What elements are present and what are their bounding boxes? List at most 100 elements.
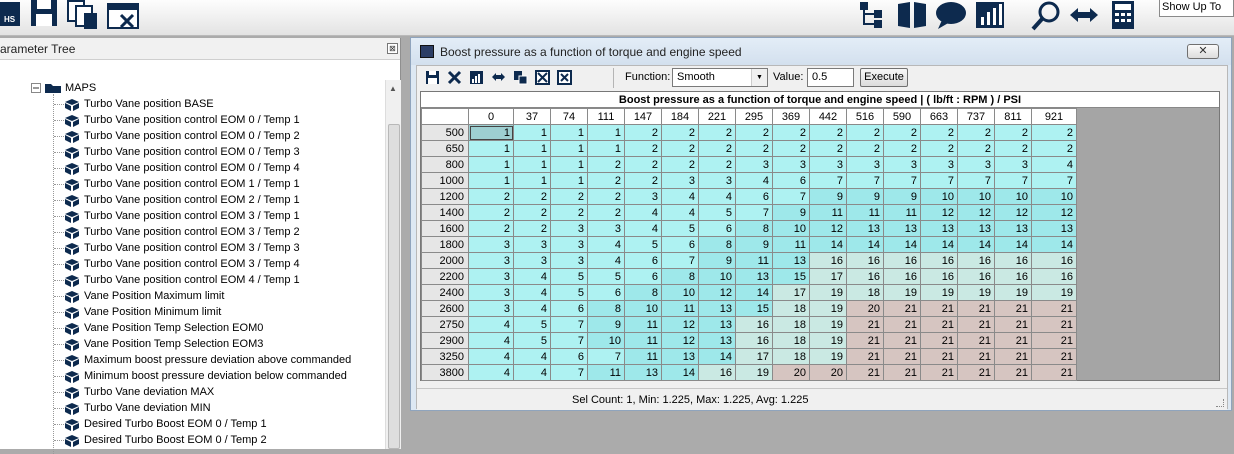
column-header[interactable]: 921 [1031, 108, 1077, 125]
grid-cell[interactable]: 16 [994, 252, 1032, 269]
grid-cell[interactable]: 2 [920, 140, 958, 157]
grid-cell[interactable]: 9 [846, 188, 884, 205]
grid-cell[interactable]: 14 [883, 236, 921, 253]
grid-cell[interactable]: 2 [468, 188, 514, 205]
grid-cell[interactable]: 11 [846, 204, 884, 221]
tree-item[interactable]: Vane Position Temp Selection EOM0 [0, 320, 385, 336]
grid-cell[interactable]: 16 [735, 332, 773, 349]
grid-cell[interactable]: 7 [550, 316, 588, 333]
grid-cell[interactable]: 13 [772, 252, 810, 269]
grid-cell[interactable]: 3 [513, 252, 551, 269]
grid-cell[interactable]: 12 [698, 284, 736, 301]
grid-cell[interactable]: 16 [920, 252, 958, 269]
grid-cell[interactable]: 1 [550, 156, 588, 173]
grid-cell[interactable]: 2 [846, 140, 884, 157]
export-delete-icon[interactable] [106, 0, 140, 30]
grid-cell[interactable]: 2 [587, 204, 625, 221]
grid-cell[interactable]: 2 [587, 156, 625, 173]
grid-cell[interactable]: 14 [846, 236, 884, 253]
grid-cell[interactable]: 2 [772, 140, 810, 157]
column-header[interactable]: 221 [698, 108, 736, 125]
grid-cell[interactable]: 2 [624, 172, 662, 189]
row-header[interactable]: 2400 [421, 284, 469, 301]
grid-cell[interactable]: 21 [920, 300, 958, 317]
row-header[interactable]: 1400 [421, 204, 469, 221]
chat-icon[interactable] [934, 0, 968, 30]
grid-cell[interactable]: 21 [883, 316, 921, 333]
grid-cell[interactable]: 19 [920, 284, 958, 301]
grid-cell[interactable]: 12 [920, 204, 958, 221]
grid-cell[interactable]: 3 [920, 156, 958, 173]
row-header[interactable]: 2000 [421, 252, 469, 269]
arrows-icon[interactable] [1068, 0, 1100, 30]
scroll-thumb[interactable] [388, 124, 400, 449]
grid-cell[interactable]: 3 [883, 156, 921, 173]
row-header[interactable]: 1200 [421, 188, 469, 205]
show-up-to-select[interactable]: Show Up To [1159, 0, 1234, 17]
grid-cell[interactable]: 3 [550, 252, 588, 269]
grid-cell[interactable]: 6 [550, 300, 588, 317]
grid-cell[interactable]: 16 [994, 268, 1032, 285]
grid-cell[interactable]: 21 [920, 316, 958, 333]
grid-cell[interactable]: 18 [772, 316, 810, 333]
grid-cell[interactable]: 11 [809, 204, 847, 221]
grid-cell[interactable]: 1 [468, 172, 514, 189]
grid-cell[interactable]: 16 [846, 252, 884, 269]
tree-item[interactable]: Turbo Vane position control EOM 1 / Temp… [0, 176, 385, 192]
search-icon[interactable] [1030, 0, 1062, 32]
grid-cell[interactable]: 8 [587, 300, 625, 317]
grid-cell[interactable]: 7 [772, 188, 810, 205]
grid-cell[interactable]: 6 [661, 236, 699, 253]
tree-item[interactable]: Turbo Vane deviation MIN [0, 400, 385, 416]
grid-cell[interactable]: 1 [550, 172, 588, 189]
grid-cell[interactable]: 14 [735, 284, 773, 301]
grid-cell[interactable]: 2 [661, 140, 699, 157]
grid-cell[interactable]: 3 [624, 188, 662, 205]
grid-cell[interactable]: 2 [624, 140, 662, 157]
grid-cell[interactable]: 19 [957, 284, 995, 301]
grid-cell[interactable]: 5 [661, 220, 699, 237]
grid-cell[interactable]: 6 [550, 348, 588, 365]
tree-item[interactable]: Turbo Vane position control EOM 0 / Temp… [0, 128, 385, 144]
grid-cell[interactable]: 7 [550, 332, 588, 349]
grid-cell[interactable]: 18 [846, 284, 884, 301]
grid-cell[interactable]: 17 [809, 268, 847, 285]
grid-cell[interactable]: 21 [846, 364, 884, 381]
grid-cell[interactable]: 7 [846, 172, 884, 189]
grid-cell[interactable]: 6 [624, 268, 662, 285]
grid-cell[interactable]: 13 [957, 220, 995, 237]
grid-cell[interactable]: 13 [994, 220, 1032, 237]
grid-cell[interactable]: 2 [809, 124, 847, 141]
grid-cell[interactable]: 19 [809, 300, 847, 317]
grid-cell[interactable]: 14 [698, 348, 736, 365]
grid-cell[interactable]: 1 [550, 124, 588, 141]
grid-cell[interactable]: 2 [698, 140, 736, 157]
grid-cell[interactable]: 21 [1031, 332, 1077, 349]
grid-cell[interactable]: 21 [846, 332, 884, 349]
grid-cell[interactable]: 2 [661, 124, 699, 141]
grid-cell[interactable]: 18 [772, 300, 810, 317]
grid-cell[interactable]: 14 [994, 236, 1032, 253]
grid-cell[interactable]: 2 [587, 188, 625, 205]
window-titlebar[interactable]: Boost pressure as a function of torque a… [411, 38, 1231, 65]
column-header[interactable]: 184 [661, 108, 699, 125]
grid-cell[interactable]: 1 [468, 140, 514, 157]
column-header[interactable]: 663 [920, 108, 958, 125]
grid-cell[interactable]: 19 [883, 284, 921, 301]
grid-cell[interactable]: 1 [468, 124, 514, 141]
grid-cell[interactable]: 21 [994, 332, 1032, 349]
grid-cell[interactable]: 5 [513, 316, 551, 333]
grid-cell[interactable]: 4 [587, 252, 625, 269]
column-header[interactable]: 516 [846, 108, 884, 125]
grid-cell[interactable]: 4 [468, 332, 514, 349]
resize-grip[interactable] [1216, 399, 1224, 407]
copy-icon[interactable] [67, 0, 99, 32]
calculator-icon[interactable] [1110, 0, 1136, 30]
grid-cell[interactable]: 7 [920, 172, 958, 189]
grid-cell[interactable]: 18 [772, 348, 810, 365]
grid-cell[interactable]: 7 [957, 172, 995, 189]
grid-cell[interactable]: 1 [513, 140, 551, 157]
grid-cell[interactable]: 21 [883, 300, 921, 317]
grid-cell[interactable]: 10 [772, 220, 810, 237]
grid-cell[interactable]: 5 [624, 236, 662, 253]
